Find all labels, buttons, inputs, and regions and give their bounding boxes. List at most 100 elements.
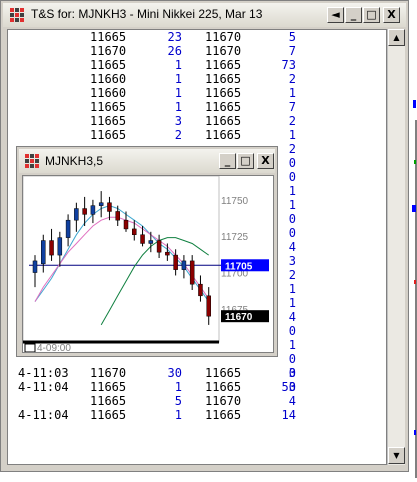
minimize-button[interactable]: _ (345, 7, 362, 23)
table-row: 4-11:03 11670 30 11665 3 (8, 366, 386, 380)
time-axis-label: 4-09:00 (37, 343, 71, 352)
scroll-left-button[interactable]: ◄ (327, 7, 344, 23)
trade-ask-size: 4 (288, 394, 296, 408)
trade-bid-size: 1 (174, 58, 182, 72)
candle-body (165, 251, 170, 256)
candle-body (41, 240, 46, 265)
chart-maximize-button[interactable]: □ (237, 153, 254, 169)
table-row: 4-11:04 11665 1 11665 14 (8, 408, 386, 422)
trade-ask-price: 11665 (205, 114, 242, 128)
candle-body (206, 295, 211, 317)
trade-bid-size: 1 (174, 380, 182, 394)
table-row: 11665 3 11665 2 (8, 114, 386, 128)
candle-body (115, 211, 120, 221)
trade-bid-size: 30 (167, 366, 182, 380)
chart-title-bar[interactable]: MJNKH3,5 _ □ X (19, 149, 275, 173)
table-row: 11660 1 11665 2 (8, 72, 386, 86)
time-scroll-handle (24, 343, 36, 352)
trade-ask-price: 11665 (205, 380, 242, 394)
current-bid-label: 11705 (225, 261, 253, 272)
candle-body (156, 240, 162, 253)
table-row: 4-11:04 11665 1 11665 50 (8, 380, 386, 394)
trade-ask-size: 7 (288, 100, 296, 114)
trade-bid-price: 11660 (90, 86, 127, 100)
table-row: 11660 1 11665 1 (8, 86, 386, 100)
candle-body (90, 205, 96, 215)
trade-ask-size: 3 (288, 366, 296, 380)
close-button[interactable]: X (383, 7, 400, 23)
table-row: 11665 2 11665 1 (8, 128, 386, 142)
window-title: T&S for: MJNKH3 - Mini Nikkei 225, Mar 1… (31, 7, 263, 21)
chart-minimize-button[interactable]: _ (219, 153, 236, 169)
candle-body (49, 240, 54, 256)
trade-bid-size: 1 (174, 72, 182, 86)
candle-body (148, 240, 154, 244)
candle-body (98, 202, 104, 206)
trade-bid-price: 11665 (90, 380, 127, 394)
trade-time: 4-11:04 (18, 380, 69, 394)
scroll-down-icon[interactable]: ▼ (388, 447, 405, 464)
trade-bid-price: 11665 (90, 128, 127, 142)
last-price-label: 11670 (225, 312, 253, 323)
trade-ask-size: 2 (288, 114, 296, 128)
trade-ask-price: 11665 (205, 100, 242, 114)
trade-ask-size: 1 (288, 86, 296, 100)
trade-bid-size: 5 (174, 394, 182, 408)
candle-body (32, 260, 38, 273)
trade-ask-price: 11670 (205, 44, 242, 58)
candle-body (181, 260, 187, 270)
candle-body (107, 202, 112, 212)
chart-plot-area[interactable]: 1175011725117001167511705116704-09:00 (22, 175, 274, 353)
trade-ask-price: 11670 (205, 30, 242, 44)
table-row: 11665 23 11670 5 (8, 30, 386, 44)
trade-time: 4-11:03 (18, 366, 69, 380)
trade-ask-price: 11665 (205, 72, 242, 86)
table-row: 11665 1 11665 73 (8, 58, 386, 72)
table-row: 11665 5 11670 4 (8, 394, 386, 408)
candlestick-chart: 1175011725117001167511705116704-09:00 (23, 176, 269, 352)
candle-body (189, 260, 195, 285)
trade-bid-size: 1 (174, 408, 182, 422)
trade-bid-size: 1 (174, 86, 182, 100)
trade-ask-size: 5 (288, 30, 296, 44)
trade-bid-size: 2 (174, 128, 182, 142)
trade-bid-price: 11665 (90, 58, 127, 72)
vertical-scrollbar[interactable]: ▲ ▼ (387, 29, 405, 465)
trade-bid-price: 11665 (90, 30, 127, 44)
trade-bid-price: 11665 (90, 394, 127, 408)
trade-ask-size: 73 (281, 58, 296, 72)
candle-body (198, 283, 203, 297)
price-axis-label: 11750 (221, 196, 249, 207)
trade-ask-size: 7 (288, 44, 296, 58)
trade-bid-price: 11665 (90, 100, 127, 114)
trade-ask-price: 11665 (205, 366, 242, 380)
trade-bid-size: 23 (167, 30, 182, 44)
app-icon (10, 8, 24, 22)
trade-ask-size: 50 (281, 380, 296, 394)
trade-ask-price: 11670 (205, 394, 242, 408)
maximize-button[interactable]: □ (363, 7, 380, 23)
trade-bid-size: 1 (174, 100, 182, 114)
trade-bid-price: 11665 (90, 114, 127, 128)
trade-bid-price: 11670 (90, 366, 127, 380)
candle-body (74, 208, 79, 221)
trade-bid-price: 11665 (90, 408, 127, 422)
table-row: 11665 1 11665 7 (8, 100, 386, 114)
trade-ask-price: 11665 (205, 86, 242, 100)
trade-time: 4-11:04 (18, 408, 69, 422)
plot-frame (23, 176, 220, 343)
chart-window[interactable]: MJNKH3,5 _ □ X 1175011725117001167511705… (16, 146, 278, 357)
trade-bid-size: 3 (174, 114, 182, 128)
trade-bid-price: 11670 (90, 44, 127, 58)
candle-body (82, 208, 87, 215)
chart-close-button[interactable]: X (257, 153, 274, 169)
trade-ask-price: 11665 (205, 58, 242, 72)
chart-app-icon (25, 154, 39, 168)
trade-ask-size: 1 (288, 128, 296, 142)
trade-ask-size: 2 (288, 72, 296, 86)
title-bar[interactable]: T&S for: MJNKH3 - Mini Nikkei 225, Mar 1… (3, 3, 406, 27)
scroll-up-icon[interactable]: ▲ (388, 29, 405, 46)
trade-ask-size: 14 (281, 408, 296, 422)
background-chart-edge (410, 0, 417, 478)
candle-body (65, 219, 71, 238)
